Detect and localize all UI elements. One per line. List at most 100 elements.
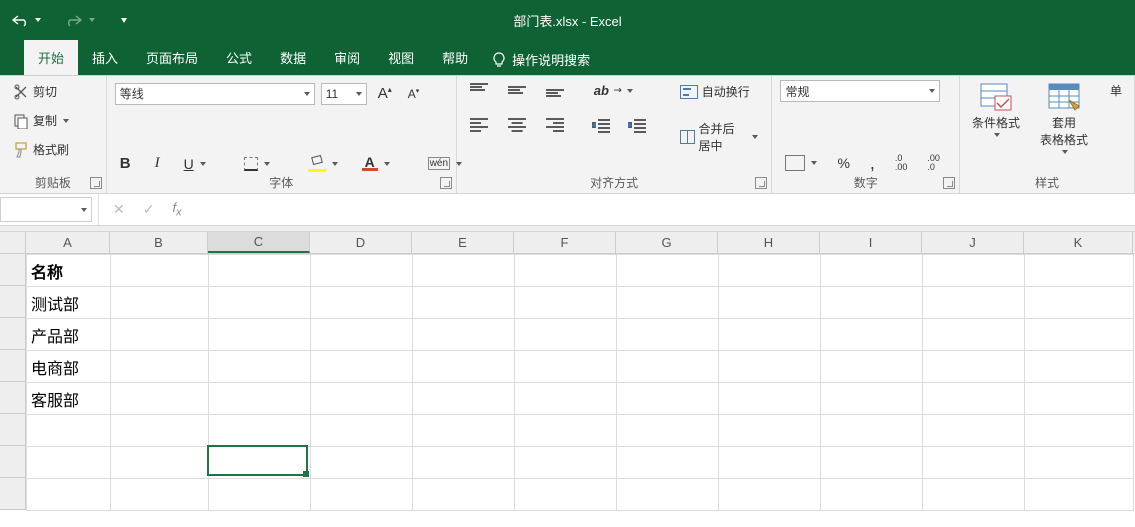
- decrease-decimal-button[interactable]: .00.0: [922, 151, 945, 175]
- cell[interactable]: [821, 415, 923, 447]
- align-bottom-button[interactable]: [541, 80, 569, 100]
- cell[interactable]: [617, 287, 719, 319]
- cell[interactable]: [311, 255, 413, 287]
- align-middle-button[interactable]: [503, 80, 531, 100]
- cell[interactable]: [27, 479, 111, 511]
- tab-review[interactable]: 审阅: [320, 40, 374, 75]
- cell[interactable]: [111, 383, 209, 415]
- cell[interactable]: [515, 415, 617, 447]
- cell[interactable]: [617, 319, 719, 351]
- tab-formulas[interactable]: 公式: [212, 40, 266, 75]
- bold-button[interactable]: B: [115, 152, 136, 175]
- redo-button[interactable]: [60, 10, 100, 30]
- cell[interactable]: [413, 447, 515, 479]
- copy-button[interactable]: 复制: [8, 109, 98, 132]
- cell[interactable]: [719, 255, 821, 287]
- cell[interactable]: [209, 479, 311, 511]
- row-header[interactable]: [0, 414, 26, 446]
- align-left-button[interactable]: [465, 114, 493, 134]
- cell[interactable]: [719, 287, 821, 319]
- cell[interactable]: [1025, 319, 1134, 351]
- cell[interactable]: 产品部: [27, 319, 111, 351]
- column-header[interactable]: G: [616, 232, 718, 253]
- row-header[interactable]: [0, 286, 26, 318]
- tell-me-search[interactable]: 操作说明搜索: [482, 50, 600, 75]
- column-header[interactable]: B: [110, 232, 208, 253]
- align-top-button[interactable]: [465, 80, 493, 100]
- column-header[interactable]: A: [26, 232, 110, 253]
- borders-button[interactable]: [239, 154, 275, 174]
- cell[interactable]: [413, 351, 515, 383]
- spreadsheet-grid[interactable]: ABCDEFGHIJK 名称测试部产品部电商部客服部: [0, 232, 1135, 511]
- cell[interactable]: [311, 479, 413, 511]
- cell[interactable]: [1025, 351, 1134, 383]
- cell[interactable]: [111, 319, 209, 351]
- cell[interactable]: [821, 255, 923, 287]
- cell[interactable]: [515, 351, 617, 383]
- cell[interactable]: [617, 383, 719, 415]
- decrease-indent-button[interactable]: [589, 115, 615, 135]
- select-all-corner[interactable]: [0, 232, 26, 253]
- cell[interactable]: 测试部: [27, 287, 111, 319]
- tab-page-layout[interactable]: 页面布局: [132, 40, 212, 75]
- cell[interactable]: [821, 447, 923, 479]
- increase-indent-button[interactable]: [625, 115, 651, 135]
- cell[interactable]: [111, 287, 209, 319]
- cell[interactable]: [617, 351, 719, 383]
- cell[interactable]: [719, 447, 821, 479]
- row-header[interactable]: [0, 318, 26, 350]
- alignment-dialog-launcher[interactable]: [755, 177, 767, 189]
- cell[interactable]: [209, 415, 311, 447]
- row-header[interactable]: [0, 254, 26, 286]
- undo-button[interactable]: [6, 10, 46, 30]
- cell[interactable]: [111, 447, 209, 479]
- cell[interactable]: [923, 447, 1025, 479]
- cell[interactable]: [923, 351, 1025, 383]
- cell[interactable]: 电商部: [27, 351, 111, 383]
- column-header[interactable]: E: [412, 232, 514, 253]
- align-center-button[interactable]: [503, 114, 531, 134]
- cell[interactable]: [111, 255, 209, 287]
- cell[interactable]: [27, 415, 111, 447]
- cell[interactable]: [923, 415, 1025, 447]
- cell[interactable]: [515, 383, 617, 415]
- cell[interactable]: [821, 287, 923, 319]
- cell[interactable]: [719, 383, 821, 415]
- comma-format-button[interactable]: ,: [865, 155, 880, 171]
- font-size-combo[interactable]: 11: [321, 83, 367, 105]
- cell[interactable]: [311, 447, 413, 479]
- cell[interactable]: [617, 415, 719, 447]
- cell[interactable]: [821, 383, 923, 415]
- cell[interactable]: [923, 383, 1025, 415]
- tab-view[interactable]: 视图: [374, 40, 428, 75]
- cell[interactable]: [617, 255, 719, 287]
- cell[interactable]: [311, 383, 413, 415]
- cut-button[interactable]: 剪切: [8, 80, 98, 103]
- column-headers[interactable]: ABCDEFGHIJK: [0, 232, 1135, 254]
- cell[interactable]: [111, 351, 209, 383]
- cell[interactable]: [821, 351, 923, 383]
- align-right-button[interactable]: [541, 114, 569, 134]
- cell[interactable]: [209, 447, 311, 479]
- cell[interactable]: [515, 287, 617, 319]
- cell[interactable]: [1025, 383, 1134, 415]
- cell[interactable]: [209, 383, 311, 415]
- clipboard-dialog-launcher[interactable]: [90, 177, 102, 189]
- row-headers[interactable]: [0, 254, 26, 511]
- conditional-formatting-button[interactable]: 条件格式: [970, 82, 1022, 137]
- enter-formula-button[interactable]: ✓: [143, 201, 155, 218]
- cell[interactable]: [1025, 255, 1134, 287]
- font-name-combo[interactable]: 等线: [115, 83, 315, 105]
- column-header[interactable]: D: [310, 232, 412, 253]
- qat-customize[interactable]: [114, 15, 132, 26]
- font-color-button[interactable]: A: [357, 153, 395, 174]
- number-format-combo[interactable]: 常规: [780, 80, 940, 102]
- fill-color-button[interactable]: [303, 153, 343, 175]
- cancel-formula-button[interactable]: ✕: [113, 201, 125, 218]
- cell[interactable]: 客服部: [27, 383, 111, 415]
- cell[interactable]: [719, 415, 821, 447]
- italic-button[interactable]: I: [150, 152, 165, 175]
- cell[interactable]: [719, 351, 821, 383]
- cell[interactable]: [209, 287, 311, 319]
- formula-input[interactable]: [196, 194, 1135, 225]
